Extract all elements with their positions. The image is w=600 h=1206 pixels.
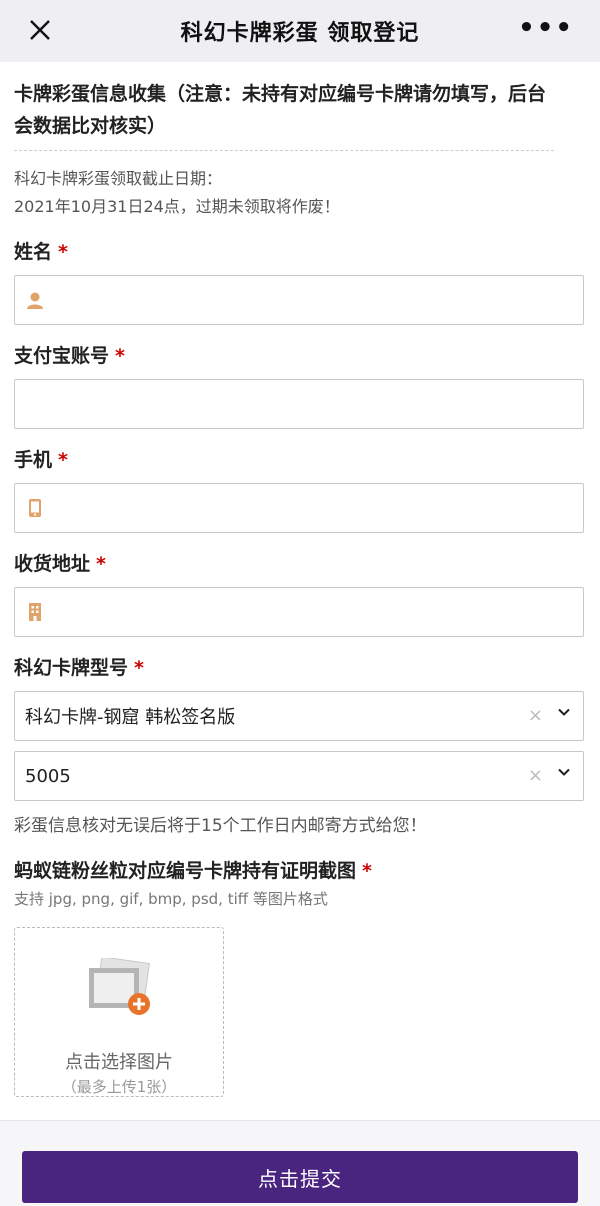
user-icon — [27, 292, 43, 309]
deadline-notice: 科幻卡牌彩蛋领取截止日期： 2021年10月31日24点，过期未领取将作废！ — [14, 165, 586, 221]
more-icon[interactable]: ••• — [518, 15, 574, 41]
alipay-label-text: 支付宝账号 — [14, 345, 110, 367]
name-label: 姓名 * — [14, 239, 586, 265]
phone-label: 手机 * — [14, 447, 586, 473]
model-select-value: 科幻卡牌-钢窟 韩松签名版 — [25, 707, 236, 728]
address-field[interactable] — [14, 587, 584, 637]
proof-label: 蚂蚁链粉丝粒对应编号卡牌持有证明截图 * — [14, 858, 586, 884]
model-select[interactable]: 科幻卡牌-钢窟 韩松签名版 × — [14, 691, 584, 741]
phone-label-text: 手机 — [14, 449, 53, 471]
chevron-down-icon[interactable] — [557, 765, 571, 779]
required-mark: * — [134, 657, 144, 679]
required-mark: * — [115, 345, 125, 367]
upload-text: 点击选择图片 — [65, 1052, 173, 1073]
clear-icon[interactable]: × — [528, 765, 543, 786]
required-mark: * — [96, 553, 106, 575]
number-select-value: 5005 — [25, 765, 71, 787]
footer-bar: 点击提交 — [0, 1120, 600, 1206]
upload-subtext: （最多上传1张） — [61, 1078, 177, 1096]
phone-field[interactable] — [14, 483, 584, 533]
clear-icon[interactable]: × — [528, 705, 543, 726]
required-mark: * — [362, 860, 372, 882]
proof-label-text: 蚂蚁链粉丝粒对应编号卡牌持有证明截图 — [14, 860, 357, 882]
building-icon — [29, 603, 41, 621]
deadline-line1: 科幻卡牌彩蛋领取截止日期： — [14, 169, 223, 188]
address-label-text: 收货地址 — [14, 553, 91, 575]
required-mark: * — [58, 241, 68, 263]
alipay-field[interactable] — [14, 379, 584, 429]
number-select[interactable]: 5005 × — [14, 751, 584, 801]
section-title: 卡牌彩蛋信息收集（注意：未持有对应编号卡牌请勿填写，后台会数据比对核实） — [14, 78, 554, 151]
alipay-label: 支付宝账号 * — [14, 343, 586, 369]
model-label: 科幻卡牌型号 * — [14, 655, 586, 681]
page-title: 科幻卡牌彩蛋 领取登记 — [180, 21, 420, 46]
image-upload-box[interactable]: 点击选择图片 （最多上传1张） — [14, 927, 224, 1097]
chevron-down-icon[interactable] — [557, 705, 571, 719]
mail-hint: 彩蛋信息核对无误后将于15个工作日内邮寄方式给您！ — [14, 816, 427, 836]
submit-button[interactable]: 点击提交 — [22, 1151, 578, 1203]
image-upload-icon — [89, 958, 150, 1015]
title-bar: 科幻卡牌彩蛋 领取登记 ••• — [0, 0, 600, 62]
model-label-text: 科幻卡牌型号 — [14, 657, 129, 679]
format-hint: 支持 jpg, png, gif, bmp, psd, tiff 等图片格式 — [14, 890, 328, 908]
required-mark: * — [58, 449, 68, 471]
name-label-text: 姓名 — [14, 241, 53, 263]
name-field[interactable] — [14, 275, 584, 325]
form-container: 卡牌彩蛋信息收集（注意：未持有对应编号卡牌请勿填写，后台会数据比对核实） 科幻卡… — [0, 62, 600, 1120]
phone-icon — [29, 499, 41, 517]
close-icon[interactable] — [26, 16, 54, 44]
address-label: 收货地址 * — [14, 551, 586, 577]
deadline-line2: 2021年10月31日24点，过期未领取将作废！ — [14, 197, 340, 216]
